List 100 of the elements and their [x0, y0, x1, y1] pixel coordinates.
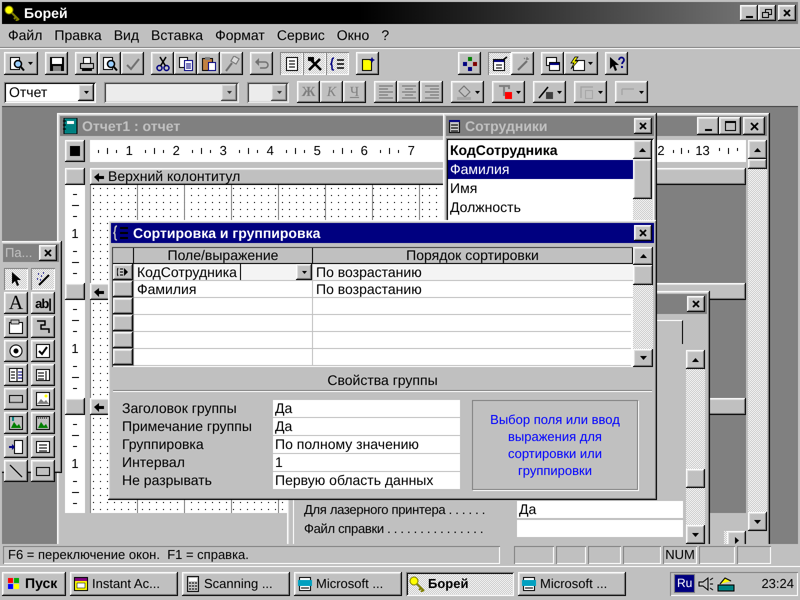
row-selector[interactable] [113, 298, 134, 315]
toolbar-button[interactable] [564, 52, 598, 75]
toolbox-tool[interactable] [31, 364, 55, 386]
toolbar-button[interactable] [45, 52, 68, 75]
language-indicator[interactable]: Ru [674, 574, 696, 593]
close-button[interactable] [743, 117, 765, 135]
scroll-down-button[interactable] [748, 512, 767, 531]
scrollbar[interactable] [633, 247, 653, 367]
toolbox-tool[interactable] [4, 436, 28, 458]
start-button[interactable]: Пуск [2, 572, 66, 596]
row-selector[interactable] [113, 349, 134, 366]
menu-item[interactable]: ? [375, 25, 396, 46]
property-value[interactable]: Первую область данных [273, 472, 460, 489]
table-cell[interactable]: По возрастанию [313, 264, 425, 280]
table-cell[interactable]: Фамилия [134, 281, 200, 297]
field-list-item[interactable]: КодСотрудника [448, 141, 633, 160]
toolbox-tool[interactable] [4, 460, 28, 482]
scrollbar[interactable] [748, 140, 767, 531]
scroll-up-button[interactable] [633, 140, 652, 159]
row-selector[interactable] [113, 315, 134, 332]
taskbar-button[interactable]: Microsoft ... [294, 572, 402, 596]
taskbar-button[interactable]: Scanning ... [182, 572, 290, 596]
row-selector[interactable] [113, 264, 134, 281]
close-button[interactable] [634, 225, 652, 241]
dropdown-button[interactable] [296, 264, 312, 280]
maximize-button[interactable] [719, 117, 741, 135]
close-button[interactable] [778, 5, 796, 21]
color-button[interactable] [492, 81, 525, 103]
taskbar-button[interactable]: Instant Ac... [70, 572, 178, 596]
toolbar-button[interactable] [98, 52, 121, 75]
close-button[interactable] [634, 118, 652, 134]
toolbox-tool[interactable] [31, 436, 55, 458]
table-row[interactable]: КодСотрудника По возрастанию [113, 264, 633, 281]
toolbox-tool[interactable] [4, 412, 28, 434]
scroll-up-button[interactable] [748, 140, 767, 159]
scroll-up-button[interactable] [686, 350, 705, 369]
toolbox-tool[interactable] [31, 412, 55, 434]
menu-item[interactable]: Файл [2, 25, 48, 46]
property-value[interactable]: 1 [273, 454, 460, 471]
close-button[interactable] [687, 296, 705, 312]
toolbar-button[interactable] [174, 52, 197, 75]
toolbox-tool[interactable] [4, 340, 28, 362]
table-cell[interactable]: По возрастанию [313, 281, 425, 297]
toolbar-button[interactable] [75, 52, 98, 75]
toolbar-button[interactable] [280, 52, 303, 75]
row-selector[interactable] [113, 332, 134, 349]
toolbox-tool[interactable] [4, 364, 28, 386]
table-row[interactable]: Фамилия По возрастанию [113, 281, 633, 298]
scrollbar[interactable] [686, 350, 705, 544]
menu-item[interactable]: Правка [48, 25, 108, 46]
table-cell[interactable] [134, 349, 313, 366]
scroll-thumb[interactable] [633, 265, 653, 285]
toolbox-tool[interactable] [31, 316, 55, 338]
field-list-item[interactable]: Фамилия [448, 160, 633, 179]
toolbox-tool[interactable] [31, 268, 55, 290]
scroll-down-button[interactable] [686, 525, 705, 544]
toolbar-button[interactable] [488, 52, 511, 75]
property-value[interactable]: Да [273, 418, 460, 435]
column-header[interactable]: Порядок сортировки [313, 248, 633, 264]
toolbox-tool[interactable] [31, 340, 55, 362]
section-selector[interactable] [65, 398, 85, 415]
toolbox-tool[interactable] [4, 316, 28, 338]
toolbar-button[interactable] [458, 52, 481, 75]
scroll-up-button[interactable] [633, 247, 653, 265]
menu-item[interactable]: Формат [209, 25, 271, 46]
toolbox-tool[interactable]: ab| [31, 292, 55, 314]
color-button[interactable] [533, 81, 566, 103]
minimize-button[interactable] [697, 117, 719, 135]
section-selector[interactable] [65, 283, 85, 300]
scroll-thumb[interactable] [686, 469, 705, 488]
row-selector[interactable] [113, 281, 134, 298]
restore-button[interactable] [758, 5, 776, 21]
toolbar-button[interactable] [326, 52, 349, 75]
taskbar-button[interactable]: Борей [406, 572, 514, 596]
toolbar-button[interactable] [605, 52, 628, 75]
toolbox-tool[interactable]: A [4, 292, 28, 314]
toolbar-button[interactable] [197, 52, 220, 75]
menu-item[interactable]: Вставка [145, 25, 210, 46]
toolbox-tool[interactable] [31, 460, 55, 482]
field-list-item[interactable]: Должность [448, 198, 633, 217]
menu-item[interactable]: Сервис [270, 25, 331, 46]
scroll-thumb[interactable] [633, 159, 652, 199]
menu-item[interactable]: Окно [330, 25, 376, 46]
close-button[interactable] [39, 245, 57, 261]
toolbox-tool[interactable] [31, 388, 55, 410]
table-cell[interactable]: КодСотрудника [134, 264, 241, 280]
minimize-button[interactable] [740, 5, 758, 21]
menu-item[interactable]: Вид [108, 25, 146, 46]
property-value[interactable]: Да [517, 501, 683, 518]
select-report-button[interactable] [65, 140, 85, 162]
section-selector[interactable] [65, 168, 85, 185]
toolbar-button[interactable] [303, 52, 326, 75]
property-value[interactable]: По полному значению [273, 436, 460, 453]
toolbar-button[interactable] [4, 52, 38, 75]
toolbar-button[interactable] [541, 52, 564, 75]
column-header[interactable]: Поле/выражение [134, 248, 313, 264]
property-value[interactable]: Да [273, 400, 460, 417]
scroll-down-button[interactable] [633, 349, 653, 367]
style-dropdown[interactable]: Отчет [4, 82, 96, 102]
toolbar-button[interactable] [151, 52, 174, 75]
